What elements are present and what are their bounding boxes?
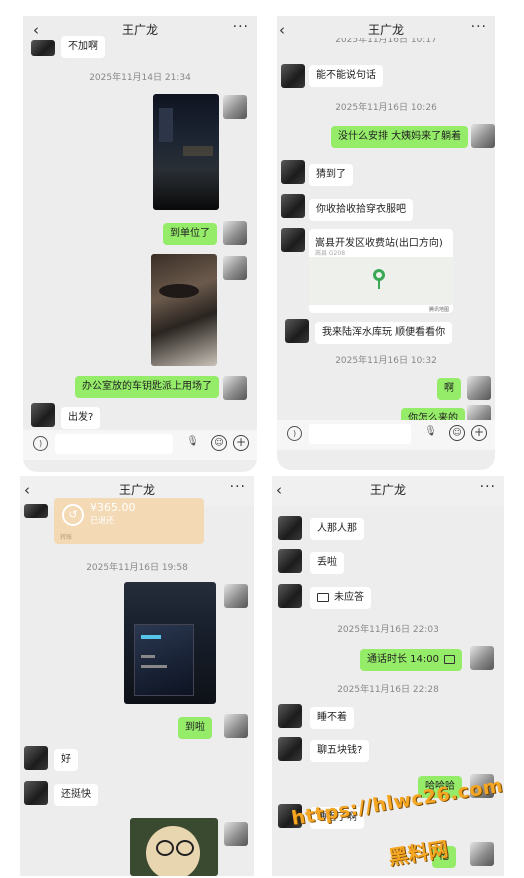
location-subtitle: 嵩县 G208	[315, 250, 346, 257]
transfer-status: 已退还	[90, 516, 114, 525]
contact-avatar[interactable]	[24, 746, 48, 770]
incoming-message: 聊五块钱?	[310, 740, 370, 762]
contact-avatar[interactable]	[285, 319, 309, 343]
missed-call-message[interactable]: 未应答	[310, 587, 371, 609]
outgoing-message: 到单位了	[163, 223, 217, 245]
voice-icon[interactable]: )	[287, 426, 302, 441]
dashboard-screen	[134, 624, 194, 696]
video-call-icon	[317, 592, 329, 602]
call-duration-message[interactable]: 通话时长 14:00	[360, 649, 462, 671]
glasses-icon	[156, 840, 174, 856]
bear-sticker[interactable]	[130, 818, 218, 876]
my-avatar[interactable]	[224, 714, 248, 738]
timestamp: 2025年11月16日 19:58	[86, 563, 188, 573]
chat-screenshot-3: ‹ 王广龙 ··· ↺ ¥365.00 已退还 转账 2025年11月16日 1…	[20, 476, 254, 876]
contact-avatar[interactable]	[281, 64, 305, 88]
input-bar: ) 🎙 ☺ +	[277, 420, 495, 450]
timestamp: 2025年11月16日 10:17	[335, 38, 437, 45]
my-avatar[interactable]	[223, 221, 247, 245]
outgoing-message: 啊	[437, 378, 461, 400]
outgoing-message: 没什么安排 大姨妈来了躺着	[331, 126, 469, 148]
emoji-icon[interactable]: ☺	[449, 425, 465, 441]
contact-avatar[interactable]	[31, 403, 55, 427]
my-avatar[interactable]	[467, 376, 491, 400]
call-duration-label: 通话时长 14:00	[367, 654, 439, 665]
my-avatar[interactable]	[224, 822, 248, 846]
car-keys-photo[interactable]	[151, 254, 217, 366]
video-call-icon	[444, 654, 455, 664]
outgoing-message: 到啦	[178, 717, 212, 739]
contact-name: 王广龙	[118, 483, 155, 497]
incoming-message: 好	[54, 749, 78, 771]
contact-avatar[interactable]	[278, 584, 302, 608]
incoming-message: 还挺快	[54, 784, 98, 806]
more-options-icon[interactable]: ···	[471, 18, 487, 36]
timestamp: 2025年11月16日 10:26	[335, 103, 437, 113]
night-street-photo[interactable]	[153, 94, 219, 210]
chat-header: ‹ 王广龙 ···	[272, 476, 504, 506]
incoming-message: 你收拾收拾穿衣服吧	[309, 199, 413, 221]
incoming-message: 能不能说句话	[309, 65, 383, 87]
more-options-icon[interactable]: ···	[230, 478, 246, 496]
voice-icon[interactable]: )	[33, 436, 48, 451]
timestamp: 2025年11月14日 21:34	[89, 73, 191, 83]
chat-screenshot-1: ‹ 王广龙 ··· 不加啊 2025年11月14日 21:34 到单位了 办公室…	[23, 16, 257, 472]
transfer-label: 转账	[60, 534, 73, 541]
mic-icon[interactable]: 🎙	[424, 426, 437, 437]
message-input[interactable]	[309, 424, 411, 444]
my-avatar[interactable]	[224, 584, 248, 608]
my-avatar[interactable]	[223, 256, 247, 280]
chat-screenshot-2: ‹ 王广龙 ··· 2025年11月16日 10:17 能不能说句话 2025年…	[277, 16, 495, 470]
contact-avatar[interactable]	[278, 704, 302, 728]
chat-header: ‹ 王广龙 ···	[23, 16, 257, 46]
transfer-card[interactable]: ↺ ¥365.00 已退还 转账	[54, 498, 204, 544]
contact-avatar[interactable]	[281, 194, 305, 218]
incoming-message: 睡不着	[310, 707, 354, 729]
my-avatar[interactable]	[470, 646, 494, 670]
contact-avatar[interactable]	[24, 504, 48, 518]
contact-avatar[interactable]	[31, 40, 55, 56]
incoming-message: 人那人那	[310, 518, 364, 540]
plus-icon[interactable]: +	[471, 425, 487, 441]
car-dashboard-photo[interactable]	[124, 582, 216, 704]
outgoing-message: 办公室放的车钥匙派上用场了	[75, 376, 219, 398]
refund-icon: ↺	[62, 504, 84, 526]
my-avatar[interactable]	[471, 124, 495, 148]
location-card[interactable]: 嵩县开发区收费站(出口方向) 嵩县 G208 腾讯地图	[309, 229, 453, 313]
transfer-amount: ¥365.00	[90, 501, 136, 514]
incoming-message: 猜到了	[309, 164, 353, 186]
incoming-message: 出发?	[61, 407, 101, 429]
timestamp: 2025年11月16日 22:28	[337, 685, 439, 695]
contact-avatar[interactable]	[281, 160, 305, 184]
input-bar: ) 🎙 ☺ +	[23, 430, 257, 460]
missed-call-label: 未应答	[334, 592, 364, 603]
incoming-message: 我来陆浑水库玩 顺便看看你	[315, 322, 453, 344]
timestamp: 2025年11月16日 10:32	[335, 356, 437, 366]
contact-name: 王广龙	[369, 483, 406, 497]
my-avatar[interactable]	[470, 842, 494, 866]
contact-name: 王广龙	[367, 23, 404, 37]
incoming-message: 不加啊	[61, 36, 105, 58]
plus-icon[interactable]: +	[233, 435, 249, 451]
map-brand: 腾讯地图	[428, 307, 449, 313]
contact-avatar[interactable]	[278, 737, 302, 761]
mic-icon[interactable]: 🎙	[186, 436, 199, 447]
location-title: 嵩县开发区收费站(出口方向)	[315, 238, 443, 249]
my-avatar[interactable]	[223, 376, 247, 400]
contact-name: 王广龙	[121, 23, 158, 37]
more-options-icon[interactable]: ···	[233, 18, 249, 36]
emoji-icon[interactable]: ☺	[211, 435, 227, 451]
contact-avatar[interactable]	[24, 781, 48, 805]
contact-avatar[interactable]	[281, 228, 305, 252]
incoming-message: 丢啦	[310, 552, 344, 574]
message-input[interactable]	[55, 434, 173, 454]
timestamp: 2025年11月16日 22:03	[337, 625, 439, 635]
contact-avatar[interactable]	[278, 549, 302, 573]
contact-avatar[interactable]	[278, 516, 302, 540]
more-options-icon[interactable]: ···	[480, 478, 496, 496]
my-avatar[interactable]	[223, 95, 247, 119]
map-area	[309, 257, 453, 305]
